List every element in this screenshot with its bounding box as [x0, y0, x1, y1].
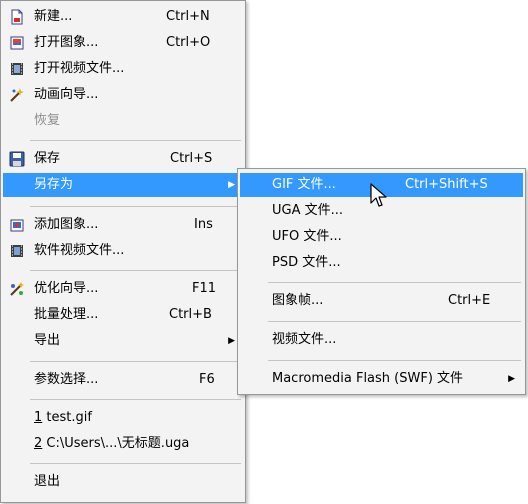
menu-separator — [268, 282, 521, 283]
menu-item-label: GIF 文件... — [272, 177, 336, 192]
menu-item-add-image[interactable]: 添加图象... Ins — [3, 213, 243, 237]
add-image-icon — [10, 219, 24, 232]
menu-item-save[interactable]: 保存 Ctrl+S — [3, 147, 243, 171]
menu-item-label: PSD 文件... — [272, 255, 341, 270]
menu-item-label: UFO 文件... — [272, 229, 342, 244]
menu-item-batch[interactable]: 批量处理... Ctrl+B — [3, 303, 243, 327]
menu-separator — [268, 360, 521, 361]
menu-item-label: 恢复 — [34, 113, 61, 128]
menu-item-recent-2[interactable]: 2 C:\Users\...\无标题.uga — [3, 432, 243, 456]
mouse-cursor-icon — [370, 183, 387, 207]
save-disk-icon — [9, 151, 25, 167]
open-image-icon — [10, 36, 24, 50]
menu-item-label: 视频文件... — [272, 332, 337, 347]
shortcut-label: Ctrl+N — [166, 9, 210, 24]
menu-separator — [30, 361, 241, 362]
shortcut-label: Ctrl+O — [166, 35, 211, 50]
menu-item-label: 参数选择... — [34, 372, 99, 387]
menu-separator — [30, 463, 241, 464]
wizard-wand-icon — [10, 88, 24, 102]
shortcut-label: F6 — [199, 372, 215, 387]
file-menu: 新建... Ctrl+N 打开图象... Ctrl+O 打开视频文件... 动画… — [0, 0, 246, 503]
menu-item-label: 另存为 — [34, 177, 74, 192]
menu-separator — [268, 321, 521, 322]
menu-item-label: 保存 — [34, 151, 61, 166]
menu-item-software-video[interactable]: 软件视频文件... — [3, 239, 243, 263]
menu-item-export[interactable]: 导出 ▶ — [3, 329, 243, 353]
new-file-icon — [11, 9, 23, 25]
menu-item-preferences[interactable]: 参数选择... F6 — [3, 368, 243, 392]
menu-item-label: 导出 — [34, 333, 61, 348]
menu-item-save-psd[interactable]: PSD 文件... — [240, 251, 523, 275]
menu-item-save-as[interactable]: 另存为 ▶ — [3, 173, 243, 197]
shortcut-label: Ctrl+B — [169, 307, 212, 322]
menu-separator — [30, 270, 241, 271]
menu-item-label: Macromedia Flash (SWF) 文件 — [272, 371, 464, 386]
menu-item-label: 新建... — [34, 9, 73, 24]
menu-item-open-video[interactable]: 打开视频文件... — [3, 57, 243, 81]
shortcut-label: Ctrl+S — [170, 151, 213, 166]
recent-file-label: 1 test.gif — [34, 410, 92, 425]
menu-item-label: 退出 — [34, 474, 61, 489]
menu-item-label: 优化向导... — [34, 281, 99, 296]
menu-item-restore[interactable]: 恢复 — [3, 109, 243, 133]
menu-item-label: 批量处理... — [34, 307, 99, 322]
video-file-icon — [11, 63, 23, 75]
menu-item-save-flash[interactable]: Macromedia Flash (SWF) 文件 ▶ — [240, 367, 523, 391]
film-icon — [11, 245, 23, 257]
menu-separator — [30, 140, 241, 141]
optimize-icon — [10, 282, 24, 296]
menu-item-exit[interactable]: 退出 — [3, 470, 243, 494]
menu-separator — [30, 399, 241, 400]
submenu-arrow-icon: ▶ — [508, 374, 515, 384]
menu-item-label: UGA 文件... — [272, 203, 344, 218]
menu-item-label: 图象帧... — [272, 293, 324, 308]
menu-item-save-frame[interactable]: 图象帧... Ctrl+E — [240, 289, 523, 313]
shortcut-label: Ins — [194, 217, 213, 232]
menu-item-optimize-wizard[interactable]: 优化向导... F11 — [3, 277, 243, 301]
menu-item-open-image[interactable]: 打开图象... Ctrl+O — [3, 31, 243, 55]
menu-item-save-ufo[interactable]: UFO 文件... — [240, 225, 523, 249]
menu-item-label: 打开图象... — [34, 35, 99, 50]
menu-separator — [30, 206, 241, 207]
shortcut-label: Ctrl+E — [448, 293, 491, 308]
recent-file-label: 2 C:\Users\...\无标题.uga — [34, 436, 190, 451]
shortcut-label: Ctrl+Shift+S — [405, 177, 488, 192]
menu-item-new[interactable]: 新建... Ctrl+N — [3, 5, 243, 29]
menu-item-save-video[interactable]: 视频文件... — [240, 328, 523, 352]
submenu-arrow-icon: ▶ — [228, 180, 235, 190]
menu-item-label: 打开视频文件... — [34, 61, 125, 76]
shortcut-label: F11 — [192, 281, 217, 296]
menu-item-label: 动画向导... — [34, 87, 99, 102]
menu-item-label: 软件视频文件... — [34, 243, 125, 258]
menu-item-label: 添加图象... — [34, 217, 99, 232]
submenu-arrow-icon: ▶ — [228, 336, 235, 346]
menu-item-animation-wizard[interactable]: 动画向导... — [3, 83, 243, 107]
menu-item-recent-1[interactable]: 1 test.gif — [3, 406, 243, 430]
